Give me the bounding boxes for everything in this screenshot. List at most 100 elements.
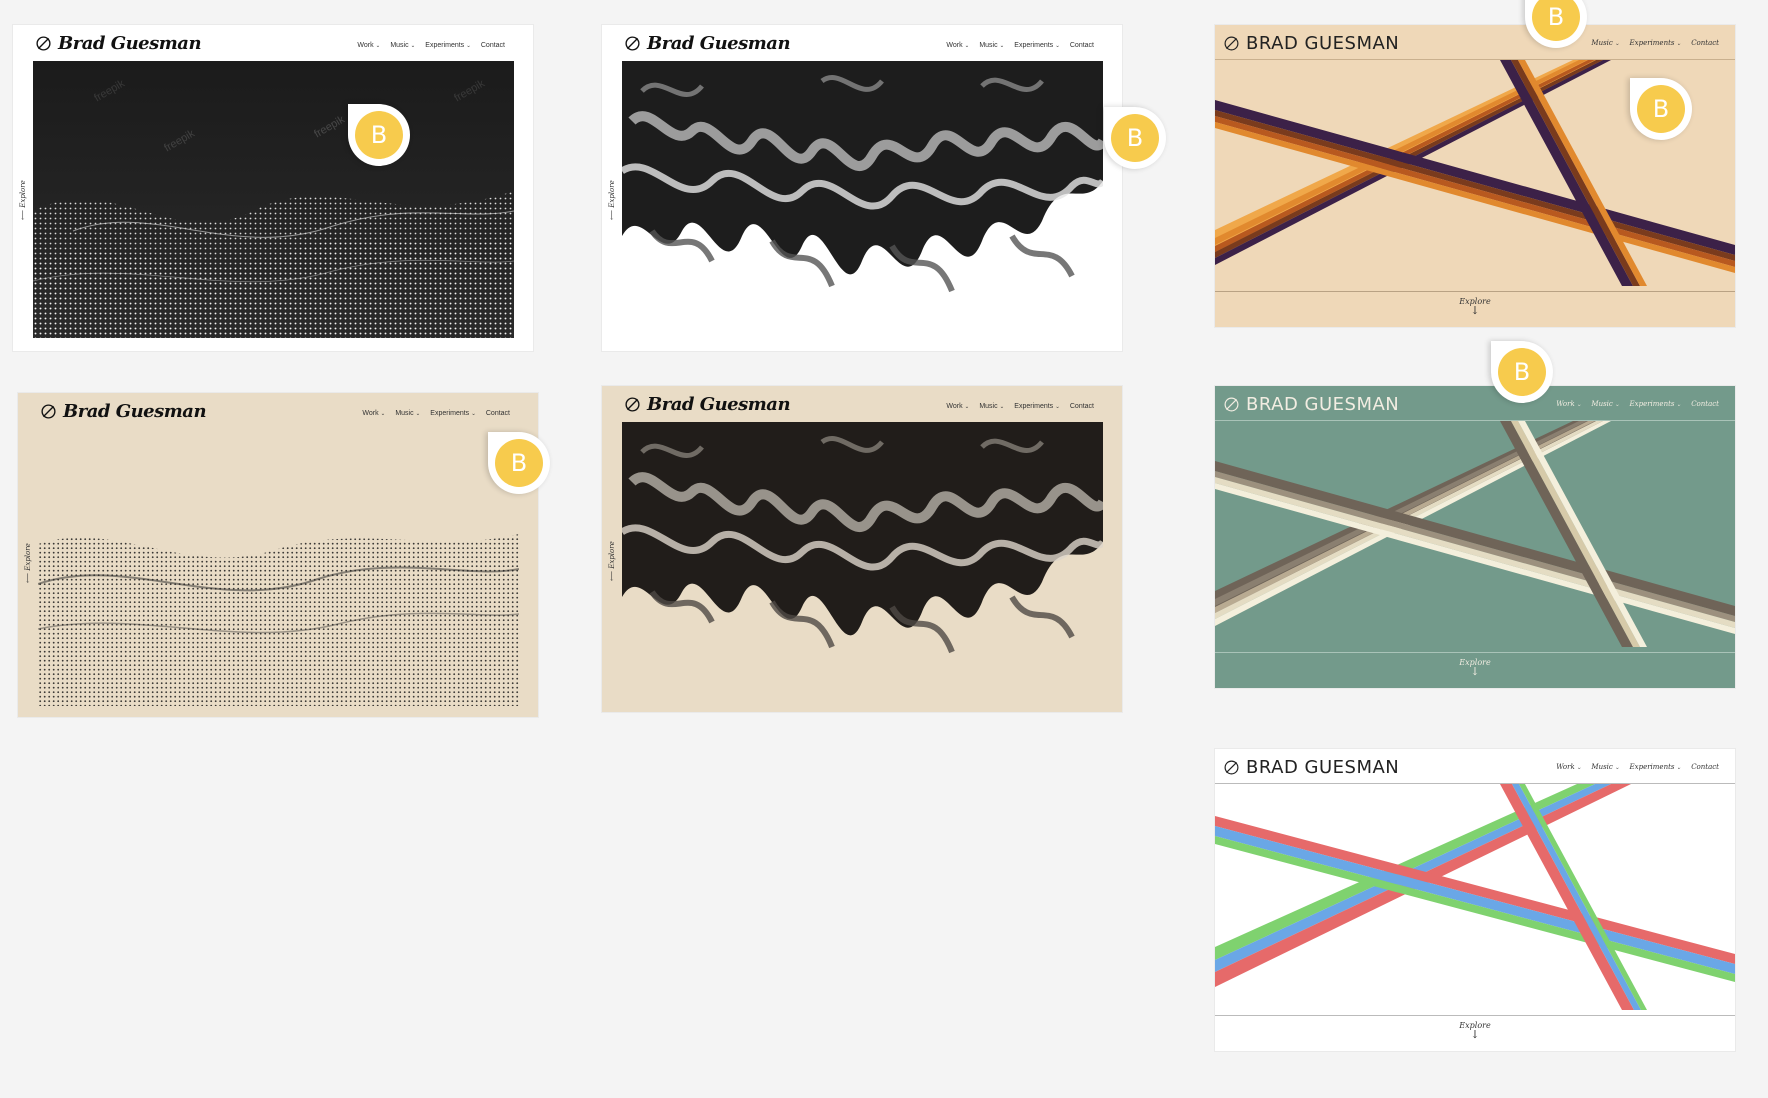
nav-contact[interactable]: Contact (1691, 400, 1719, 408)
explore-link[interactable]: Explore ↓ (1215, 297, 1735, 316)
nav-experiments[interactable]: Experiments ⌄ (1630, 400, 1682, 408)
design-card-wave-dark[interactable]: Brad Guesman Work ⌄ Music ⌄ Experiments ⌄ C… (13, 25, 533, 351)
nav-music-label: Music (1591, 763, 1613, 771)
nav-music-label: Music (1591, 400, 1613, 408)
top-nav: Work ⌄ Music ⌄ Experiments ⌄ Contact (357, 42, 505, 49)
nav-music[interactable]: Music ⌄ (395, 410, 420, 417)
collaborator-avatar[interactable]: B (1491, 341, 1553, 403)
side-explore-link[interactable]: ⟵ Explore (608, 180, 616, 220)
nav-contact[interactable]: Contact (1070, 403, 1094, 410)
nav-contact-label: Contact (485, 410, 510, 417)
avatar-initial: B (1498, 348, 1546, 396)
chevron-down-icon: ⌄ (1576, 765, 1582, 771)
nav-experiments-label: Experiments (1629, 39, 1675, 47)
hero-artwork-rainbow-stripes (1215, 784, 1735, 1010)
nav-work[interactable]: Work ⌄ (357, 42, 380, 49)
footer-divider (1215, 291, 1735, 292)
side-explore-link[interactable]: ⟵ Explore (24, 543, 32, 583)
explore-link[interactable]: Explore ↓ (1215, 1021, 1735, 1040)
nav-contact-label: Contact (1691, 763, 1719, 771)
chevron-down-icon: ⌄ (1055, 43, 1060, 49)
brand-logo[interactable]: Brad Guesman (624, 394, 791, 415)
hero-artwork-ink-marbling (622, 61, 1103, 317)
nav-music[interactable]: Music ⌄ (390, 42, 415, 49)
nav-contact[interactable]: Contact (486, 410, 510, 417)
nav-music[interactable]: Music ⌄ (1591, 39, 1619, 47)
nav-experiments[interactable]: Experiments ⌄ (1630, 39, 1682, 47)
nav-experiments-label: Experiments (1629, 400, 1675, 408)
collaborator-avatar[interactable]: B (1104, 107, 1166, 169)
footer-divider (1215, 1015, 1735, 1016)
hero-artwork-ink-marbling (622, 422, 1103, 678)
chevron-down-icon: ⌄ (1614, 402, 1620, 408)
chevron-down-icon: ⌄ (1676, 41, 1682, 47)
hero-artwork-dark-wave (33, 61, 514, 338)
footer-divider (1215, 652, 1735, 653)
nav-work[interactable]: Work ⌄ (362, 410, 385, 417)
nav-work-label: Work (946, 42, 963, 49)
nav-music-label: Music (390, 42, 409, 49)
design-card-ink-dark[interactable]: Brad Guesman Work ⌄ Music ⌄ Experiments ⌄ C… (602, 25, 1122, 351)
top-nav: Work ⌄ Music ⌄ Experiments ⌄ Contact (1556, 763, 1719, 771)
nav-experiments[interactable]: Experiments ⌄ (1014, 42, 1060, 49)
collaborator-avatar[interactable]: B (488, 432, 550, 494)
brand-logo[interactable]: Brad Guesman (40, 401, 207, 422)
brand-logo[interactable]: BRAD GUESMAN (1223, 33, 1399, 54)
collaborator-avatar[interactable]: B (1630, 78, 1692, 140)
nav-contact[interactable]: Contact (1070, 42, 1094, 49)
chevron-down-icon: ⌄ (466, 43, 471, 49)
chevron-down-icon: ⌄ (964, 404, 970, 410)
brand-logo[interactable]: Brad Guesman (35, 33, 202, 54)
nav-work[interactable]: Work ⌄ (946, 42, 969, 49)
collaborator-avatar[interactable]: B (348, 104, 410, 166)
nav-experiments[interactable]: Experiments ⌄ (425, 42, 471, 49)
nav-contact[interactable]: Contact (1691, 763, 1719, 771)
brand-logo[interactable]: BRAD GUESMAN (1223, 757, 1399, 778)
nav-work[interactable]: Work ⌄ (946, 403, 969, 410)
nav-experiments[interactable]: Experiments ⌄ (1630, 763, 1682, 771)
nav-contact-label: Contact (1691, 39, 1719, 47)
nav-experiments-label: Experiments (425, 42, 465, 49)
brand-logo[interactable]: Brad Guesman (624, 33, 791, 54)
nav-experiments[interactable]: Experiments ⌄ (1014, 403, 1060, 410)
side-explore-link[interactable]: ⟵ Explore (608, 541, 616, 581)
nav-experiments-label: Experiments (430, 410, 470, 417)
logo-icon (41, 404, 56, 419)
brand-logo[interactable]: BRAD GUESMAN (1223, 394, 1399, 415)
nav-work-label: Work (1556, 400, 1575, 408)
arrow-down-icon: ↓ (1470, 665, 1480, 678)
chevron-down-icon: ⌄ (375, 43, 381, 49)
nav-work[interactable]: Work ⌄ (1556, 763, 1581, 771)
nav-contact[interactable]: Contact (1691, 39, 1719, 47)
explore-link[interactable]: Explore ↓ (1215, 658, 1735, 677)
nav-experiments-label: Experiments (1014, 403, 1054, 410)
design-card-stripes-teal[interactable]: BRAD GUESMAN Work ⌄ Music ⌄ Experiments ⌄ C… (1215, 386, 1735, 688)
nav-experiments-label: Experiments (1014, 42, 1054, 49)
design-card-wave-beige[interactable]: Brad Guesman Work ⌄ Music ⌄ Experiments ⌄ C… (18, 393, 538, 717)
logo-icon (1224, 760, 1239, 775)
nav-music-label: Music (979, 42, 998, 49)
chevron-down-icon: ⌄ (964, 43, 970, 49)
nav-experiments[interactable]: Experiments ⌄ (430, 410, 476, 417)
design-card-ink-beige[interactable]: Brad Guesman Work ⌄ Music ⌄ Experiments ⌄ C… (602, 386, 1122, 712)
brand-name: BRAD GUESMAN (1246, 33, 1400, 54)
logo-icon (625, 36, 640, 51)
design-card-stripes-peach[interactable]: BRAD GUESMAN Music ⌄ Experiments ⌄ Contact… (1215, 25, 1735, 327)
hero-artwork-cream-stripes (1215, 421, 1735, 647)
nav-contact-label: Contact (480, 42, 505, 49)
side-explore-link[interactable]: ⟵ Explore (19, 180, 27, 220)
nav-music[interactable]: Music ⌄ (1591, 400, 1619, 408)
nav-work[interactable]: Work ⌄ (1556, 400, 1581, 408)
nav-music[interactable]: Music ⌄ (979, 403, 1004, 410)
arrow-down-icon: ↓ (1470, 1028, 1480, 1041)
nav-contact-label: Contact (1069, 42, 1094, 49)
nav-work-label: Work (1556, 763, 1575, 771)
chevron-down-icon: ⌄ (1676, 402, 1682, 408)
top-nav: Work ⌄ Music ⌄ Experiments ⌄ Contact (946, 403, 1094, 410)
nav-music[interactable]: Music ⌄ (979, 42, 1004, 49)
chevron-down-icon: ⌄ (415, 411, 421, 417)
top-nav: Music ⌄ Experiments ⌄ Contact (1591, 39, 1719, 47)
nav-contact[interactable]: Contact (481, 42, 505, 49)
nav-music[interactable]: Music ⌄ (1591, 763, 1619, 771)
design-card-stripes-white[interactable]: BRAD GUESMAN Work ⌄ Music ⌄ Experiments ⌄ C… (1215, 749, 1735, 1051)
